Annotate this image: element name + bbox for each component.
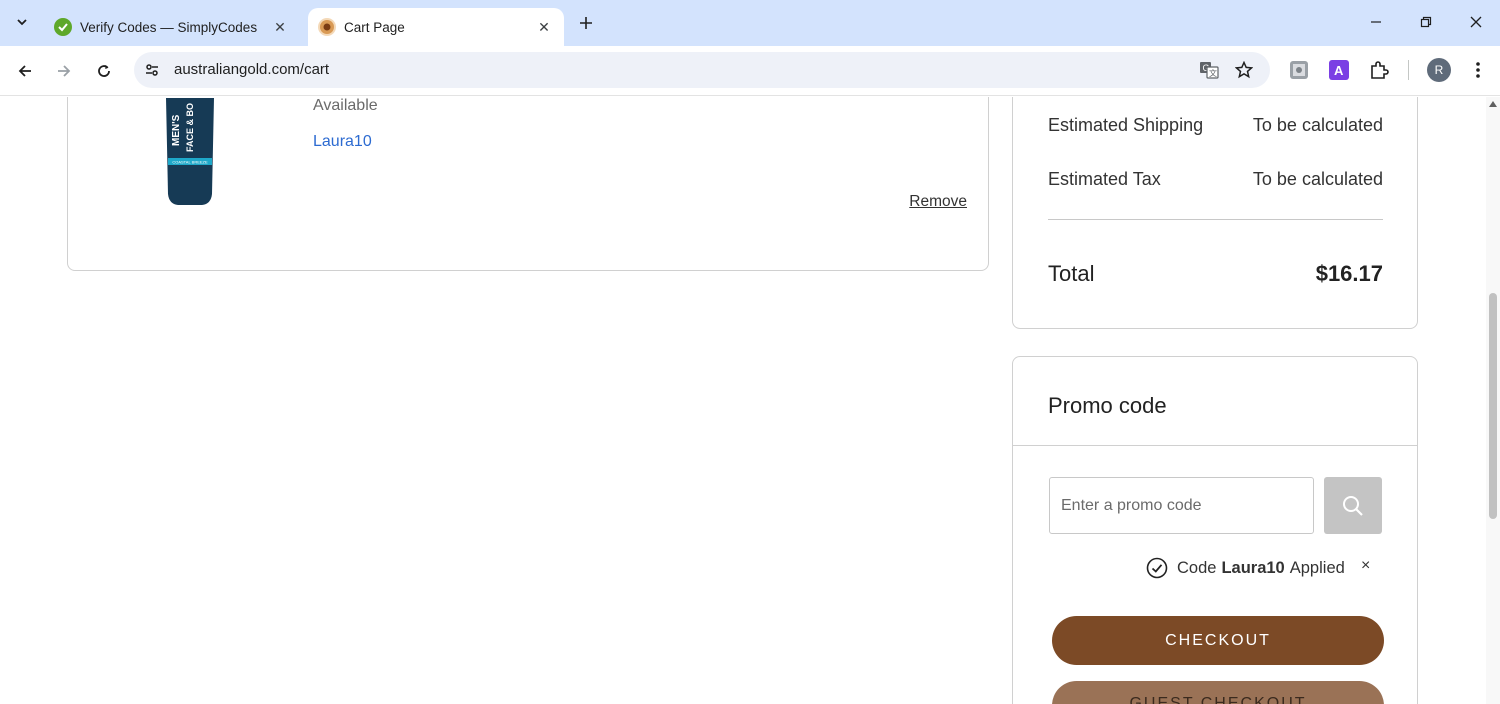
new-tab-button[interactable] <box>574 11 598 35</box>
checkout-button[interactable]: CHECKOUT <box>1052 616 1384 665</box>
address-bar[interactable]: australiangold.com/cart G文 <box>134 52 1270 88</box>
more-menu-icon[interactable] <box>1467 59 1489 81</box>
tax-row: Estimated Tax To be calculated <box>1048 169 1383 190</box>
plus-icon <box>580 17 592 29</box>
site-info-icon[interactable] <box>142 60 162 80</box>
australiangold-favicon-icon <box>318 18 336 36</box>
summary-divider <box>1048 219 1383 220</box>
forward-button[interactable] <box>50 57 78 85</box>
shipping-value: To be calculated <box>1252 115 1383 135</box>
page-scrollbar[interactable] <box>1486 97 1500 704</box>
applied-code-link[interactable]: Laura10 <box>313 133 372 151</box>
tab-title: Cart Page <box>344 19 405 35</box>
scroll-up-arrow-icon[interactable] <box>1489 101 1497 107</box>
shipping-label: Estimated Shipping <box>1048 115 1204 135</box>
remove-code-button[interactable]: × <box>1361 557 1370 575</box>
extensions-puzzle-icon[interactable] <box>1368 59 1390 81</box>
applied-prefix: Code <box>1177 558 1217 577</box>
promo-divider <box>1013 445 1417 446</box>
profile-avatar[interactable]: R <box>1427 58 1451 82</box>
promo-title: Promo code <box>1048 393 1167 418</box>
simplycodes-favicon-icon <box>54 18 72 36</box>
total-row: Total $16.17 <box>1048 261 1383 287</box>
tax-value: To be calculated <box>1252 169 1383 189</box>
back-arrow-icon <box>18 65 31 77</box>
promo-code-card: Promo code Code Laura10 Applied × CHECKO… <box>1012 356 1418 704</box>
applied-suffix: Applied <box>1289 558 1345 577</box>
page-viewport: MEN'S FACE & BO COASTAL BREEZE Available… <box>0 97 1486 704</box>
restore-icon <box>1420 16 1432 28</box>
restore-button[interactable] <box>1406 8 1446 36</box>
reload-button[interactable] <box>90 57 118 85</box>
browser-toolbar: australiangold.com/cart G文 A R <box>0 46 1500 96</box>
minimize-button[interactable] <box>1356 8 1396 36</box>
scroll-thumb[interactable] <box>1489 293 1497 519</box>
svg-text:A: A <box>1334 63 1344 78</box>
bookmark-star-icon[interactable] <box>1233 59 1255 81</box>
close-icon <box>1470 16 1482 28</box>
promo-apply-button[interactable] <box>1324 477 1382 534</box>
total-value: $16.17 <box>1315 261 1383 286</box>
total-label: Total <box>1048 261 1095 286</box>
guest-checkout-button[interactable]: GUEST CHECKOUT <box>1052 681 1384 704</box>
promo-code-input[interactable] <box>1049 477 1314 534</box>
tab-cart-page[interactable]: Cart Page ✕ <box>308 8 564 46</box>
product-label-scent: COASTAL BREEZE <box>172 160 208 165</box>
applied-code-message: Code Laura10 Applied <box>1146 557 1345 579</box>
forward-arrow-icon <box>58 65 71 77</box>
minimize-icon <box>1371 21 1381 23</box>
applied-code: Laura10 <box>1221 558 1285 577</box>
tab-simplycodes[interactable]: Verify Codes — SimplyCodes ✕ <box>44 8 300 46</box>
tab-strip: Verify Codes — SimplyCodes ✕ Cart Page ✕ <box>0 0 1500 46</box>
translate-icon[interactable]: G文 <box>1198 59 1220 81</box>
product-label-mens: MEN'S <box>171 114 182 146</box>
close-tab-icon[interactable]: ✕ <box>534 17 554 37</box>
back-button[interactable] <box>11 57 39 85</box>
url-text: australiangold.com/cart <box>174 61 330 78</box>
shipping-row: Estimated Shipping To be calculated <box>1048 115 1383 136</box>
reload-icon <box>98 65 110 77</box>
chevron-down-icon <box>17 19 27 26</box>
tax-label: Estimated Tax <box>1048 169 1161 189</box>
availability-status: Available <box>313 97 378 114</box>
check-circle-icon <box>1146 557 1168 579</box>
close-window-button[interactable] <box>1456 8 1496 36</box>
extension-photo-icon[interactable] <box>1288 59 1310 81</box>
search-icon <box>1343 495 1363 516</box>
svg-text:文: 文 <box>1209 68 1217 78</box>
cart-item-card: MEN'S FACE & BO COASTAL BREEZE Available… <box>67 97 989 271</box>
product-image[interactable]: MEN'S FACE & BO COASTAL BREEZE <box>162 98 218 206</box>
remove-item-link[interactable]: Remove <box>909 193 967 211</box>
tab-search-button[interactable] <box>8 8 36 36</box>
order-summary-card: Estimated Shipping To be calculated Esti… <box>1012 97 1418 329</box>
extension-a-icon[interactable]: A <box>1328 59 1350 81</box>
tab-title: Verify Codes — SimplyCodes <box>80 19 258 35</box>
close-tab-icon[interactable]: ✕ <box>270 17 290 37</box>
product-label-face: FACE & BO <box>185 103 195 152</box>
toolbar-separator <box>1408 60 1409 80</box>
